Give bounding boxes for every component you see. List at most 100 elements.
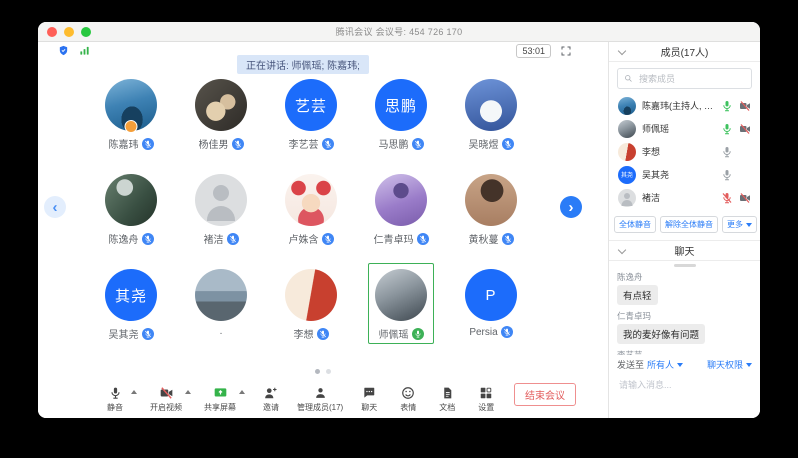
participant-tile[interactable]: 艺芸 李艺芸 xyxy=(266,73,356,147)
member-mic-icon[interactable] xyxy=(721,100,733,112)
participant-tile[interactable]: 吴晓煜 xyxy=(446,73,536,147)
chat-message: 陈逸舟 有点轻 xyxy=(617,271,752,305)
participant-tile[interactable]: 黄秋蔓 xyxy=(446,168,536,242)
member-name: 陈嘉玮(主持人, 我) xyxy=(642,99,715,112)
member-row[interactable]: 褚洁 xyxy=(609,186,760,209)
camera-off-icon xyxy=(159,385,174,400)
chat-sender: 仁青卓玛 xyxy=(617,310,752,322)
participant-avatar xyxy=(195,79,247,131)
member-search-box[interactable] xyxy=(617,68,752,89)
chat-permission-caret-icon[interactable] xyxy=(746,363,752,367)
member-avatar xyxy=(618,143,636,161)
send-to-selector[interactable]: 所有人 xyxy=(647,358,674,371)
end-meeting-button[interactable]: 结束会议 xyxy=(514,383,576,406)
close-window-button[interactable] xyxy=(47,27,57,37)
share-screen-label: 共享屏幕 xyxy=(204,402,236,413)
member-camera-off-icon[interactable] xyxy=(739,123,751,135)
zoom-window-button[interactable] xyxy=(81,27,91,37)
participant-name: 杨佳男 xyxy=(199,136,229,151)
member-mic-icon[interactable] xyxy=(721,146,733,158)
participant-avatar xyxy=(105,79,157,131)
chat-input[interactable] xyxy=(617,376,752,412)
network-signal-icon[interactable] xyxy=(79,45,90,56)
chat-permission-button[interactable]: 聊天权限 xyxy=(707,358,743,371)
prev-page-button[interactable]: ‹ xyxy=(44,196,66,218)
mute-options-caret[interactable] xyxy=(131,390,137,394)
collapse-members-chevron-icon[interactable] xyxy=(618,47,626,55)
pagination-dot-active xyxy=(315,369,320,374)
member-camera-off-icon[interactable] xyxy=(739,100,751,112)
participant-avatar xyxy=(105,174,157,226)
participant-tile[interactable]: 思鹏 马思鹏 xyxy=(356,73,446,147)
participant-avatar xyxy=(195,174,247,226)
participant-avatar: 艺芸 xyxy=(285,79,337,131)
share-screen-icon xyxy=(213,385,228,400)
emoji-button[interactable]: 表情 xyxy=(395,385,421,413)
docs-button[interactable]: 文档 xyxy=(434,385,460,413)
settings-button[interactable]: 设置 xyxy=(473,385,499,413)
invite-label: 邀请 xyxy=(263,402,279,413)
participant-tile[interactable]: 卢姝含 xyxy=(266,168,356,242)
participant-tile[interactable]: 师佩瑶 xyxy=(356,263,446,337)
invite-button[interactable]: 邀请 xyxy=(258,385,284,413)
member-row[interactable]: 陈嘉玮(主持人, 我) xyxy=(609,94,760,117)
member-row[interactable]: 李想 xyxy=(609,140,760,163)
member-avatar xyxy=(618,120,636,138)
document-icon xyxy=(441,385,454,400)
fullscreen-icon[interactable] xyxy=(560,45,572,57)
participant-tile[interactable]: 杨佳男 xyxy=(176,73,266,147)
more-caret-icon xyxy=(746,223,752,227)
avatar-initials: 思鹏 xyxy=(385,95,417,116)
member-row[interactable]: 其尧 吴其尧 xyxy=(609,163,760,186)
avatar-initials: 其尧 xyxy=(115,285,147,306)
mic-status-badge-icon xyxy=(412,138,424,150)
mic-status-badge-icon xyxy=(227,233,239,245)
participant-tile[interactable]: P Persia xyxy=(446,263,536,337)
share-options-caret[interactable] xyxy=(239,390,245,394)
minimize-window-button[interactable] xyxy=(64,27,74,37)
manage-members-button[interactable]: 管理成员(17) xyxy=(297,385,343,413)
participant-tile[interactable]: 陈逸舟 xyxy=(86,168,176,242)
member-row[interactable]: 师佩瑶 xyxy=(609,117,760,140)
participant-tile[interactable]: 陈嘉玮 xyxy=(86,73,176,147)
chat-label: 聊天 xyxy=(361,402,377,413)
member-name: 师佩瑶 xyxy=(642,122,715,135)
participant-tile[interactable]: 其尧 吴其尧 xyxy=(86,263,176,337)
member-avatar xyxy=(618,97,636,115)
chat-title: 聊天 xyxy=(675,243,695,258)
member-search-input[interactable] xyxy=(637,73,745,85)
docs-label: 文档 xyxy=(439,402,455,413)
security-shield-icon[interactable] xyxy=(58,45,69,56)
next-page-button[interactable]: › xyxy=(560,196,582,218)
participant-grid: 陈嘉玮 杨佳男 xyxy=(86,73,538,358)
participant-avatar xyxy=(375,269,427,321)
start-video-label: 开启视频 xyxy=(150,402,182,413)
participant-tile[interactable]: . xyxy=(176,263,266,337)
participant-avatar xyxy=(465,174,517,226)
member-avatar: 其尧 xyxy=(618,166,636,184)
start-video-button[interactable]: 开启视频 xyxy=(150,385,182,413)
video-options-caret[interactable] xyxy=(185,390,191,394)
send-to-caret-icon[interactable] xyxy=(677,363,683,367)
participant-tile[interactable]: 仁青卓玛 xyxy=(356,168,446,242)
member-mic-icon[interactable] xyxy=(721,169,733,181)
mute-all-button[interactable]: 全体静音 xyxy=(614,216,656,233)
meeting-timer: 53:01 xyxy=(516,44,551,58)
mic-status-badge-icon xyxy=(502,233,514,245)
chat-button[interactable]: 聊天 xyxy=(356,385,382,413)
participant-tile[interactable]: 褚洁 xyxy=(176,168,266,242)
search-icon xyxy=(624,74,633,83)
member-mic-icon[interactable] xyxy=(721,192,733,204)
participant-avatar xyxy=(285,174,337,226)
mute-button[interactable]: 静音 xyxy=(102,385,128,413)
chat-message-area: 陈逸舟 有点轻 仁青卓玛 我的麦好像有问题 李艺芸 可以，但是很小声 xyxy=(609,261,760,355)
collapse-chat-chevron-icon[interactable] xyxy=(618,246,626,254)
share-screen-button[interactable]: 共享屏幕 xyxy=(204,385,236,413)
member-camera-off-icon[interactable] xyxy=(739,192,751,204)
unmute-all-button[interactable]: 解除全体静音 xyxy=(660,216,718,233)
participant-tile[interactable]: 李想 xyxy=(266,263,356,337)
emoji-label: 表情 xyxy=(400,402,416,413)
member-mic-icon[interactable] xyxy=(721,123,733,135)
more-button[interactable]: 更多 xyxy=(722,216,757,233)
chat-scrollbar[interactable] xyxy=(674,264,696,267)
